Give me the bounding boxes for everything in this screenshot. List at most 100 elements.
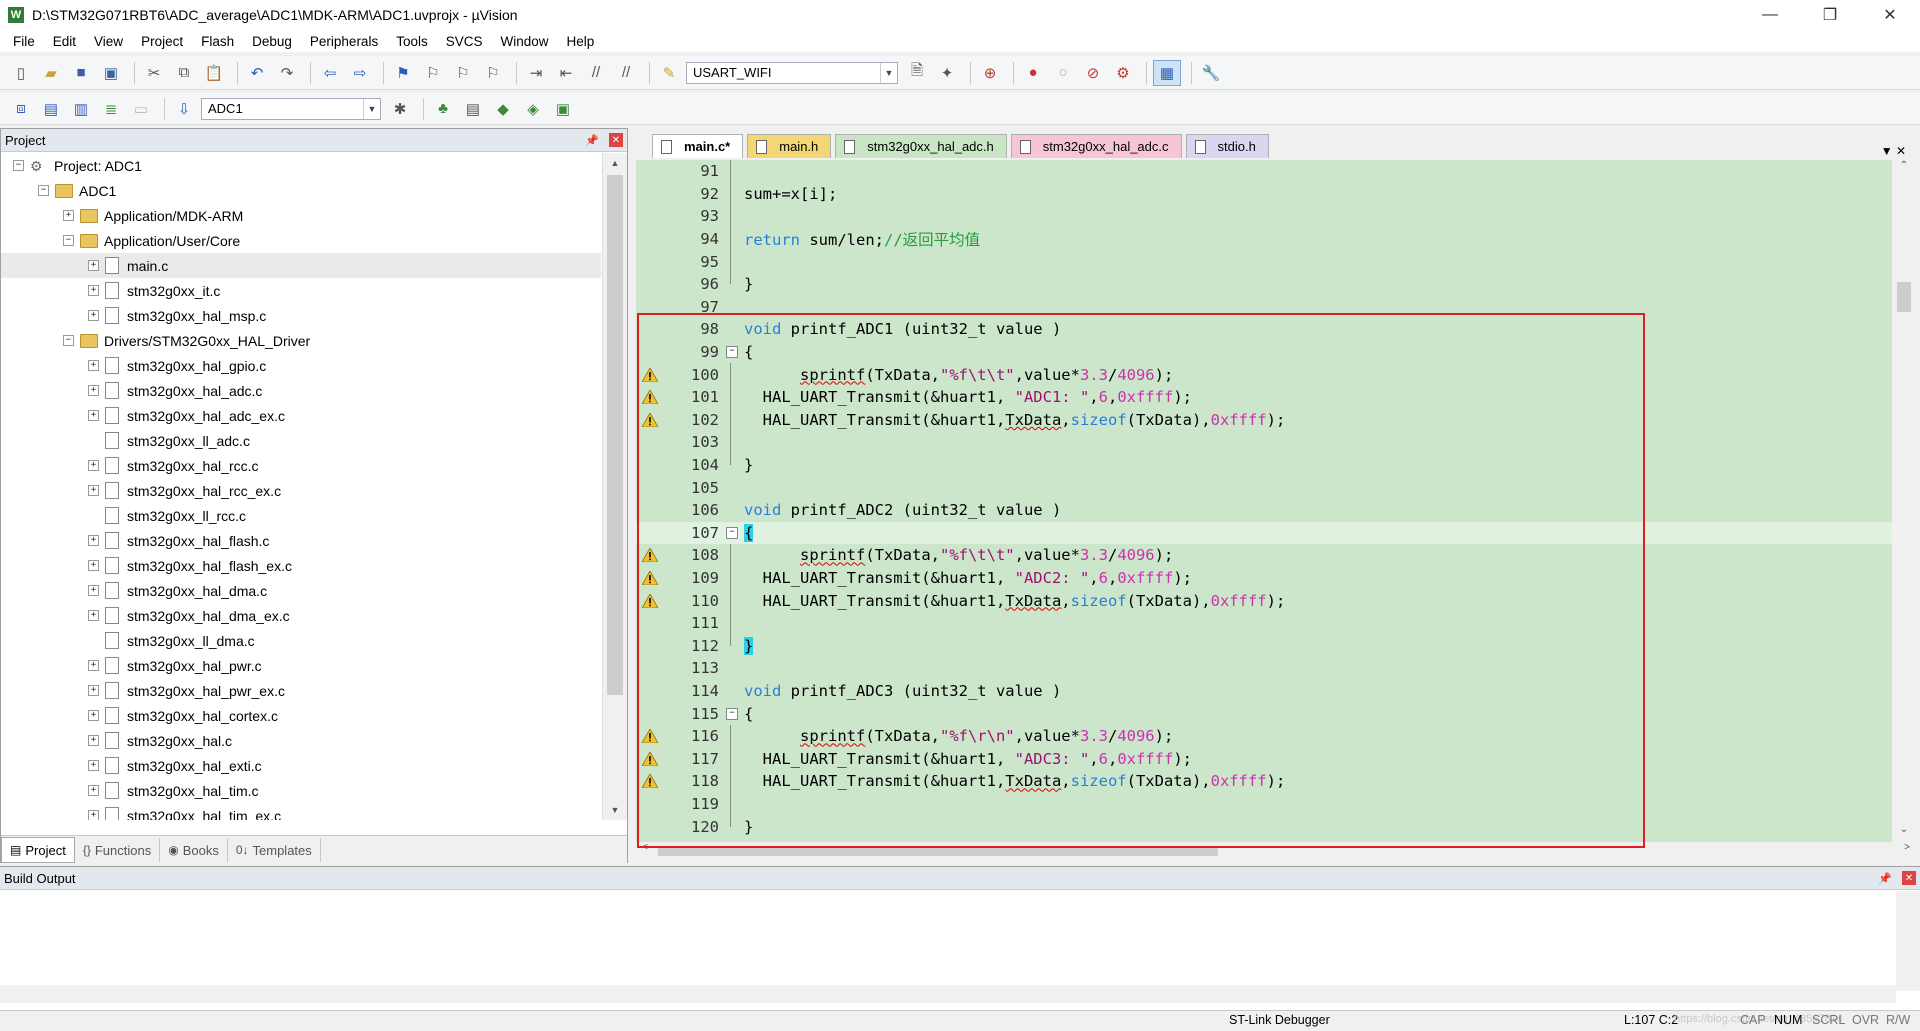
editor-tab[interactable]: stm32g0xx_hal_adc.c [1010, 134, 1182, 158]
code-line[interactable]: 93 [636, 205, 1892, 228]
tree-file-item[interactable]: + stm32g0xx_hal_dma.c [1, 578, 601, 603]
target-combo[interactable]: ADC1 ▼ [201, 97, 381, 120]
scroll-up-icon[interactable]: ⌃ [1892, 160, 1916, 178]
tree-file-item[interactable]: + stm32g0xx_it.c [1, 278, 601, 303]
tree-file-item[interactable]: stm32g0xx_ll_adc.c [1, 428, 601, 453]
pin-icon[interactable]: 📌 [585, 134, 599, 147]
tree-file-item[interactable]: + stm32g0xx_hal_tim_ex.c [1, 803, 601, 820]
translate-icon[interactable]: ⧈ [8, 97, 34, 121]
download-icon[interactable]: ⇩ [171, 97, 197, 121]
code-view[interactable]: 91 92 sum+=x[i]; 93 94 return sum/len;//返回平均值… [636, 160, 1892, 842]
code-line[interactable]: 92 sum+=x[i]; [636, 182, 1892, 206]
code-line[interactable]: 118 HAL_UART_Transmit(&huart1,TxData,siz… [636, 770, 1892, 793]
editor-horizontal-scrollbar[interactable]: < > [636, 842, 1916, 860]
debug-session-icon[interactable]: ⊕ [977, 61, 1003, 85]
code-line[interactable]: 105 [636, 476, 1892, 499]
configure-icon[interactable]: ⚙ [1110, 61, 1136, 85]
code-line[interactable]: 117 HAL_UART_Transmit(&huart1, "ADC3: ",… [636, 747, 1892, 771]
code-line[interactable]: 96} [636, 273, 1892, 296]
expand-icon[interactable]: + [88, 385, 99, 396]
code-line[interactable]: 94 return sum/len;//返回平均值 [636, 227, 1892, 251]
breakpoint-icon[interactable]: ● [1020, 61, 1046, 85]
expand-icon[interactable]: + [88, 810, 99, 820]
expand-icon[interactable]: + [88, 760, 99, 771]
tree-group-item[interactable]: − Drivers/STM32G0xx_HAL_Driver [1, 328, 601, 353]
scroll-down-icon[interactable]: ⌄ [1892, 824, 1916, 842]
code-line[interactable]: 116 sprintf(TxData,"%f\r\n",value*3.3/40… [636, 725, 1892, 748]
restore-button[interactable]: ❐ [1800, 0, 1860, 30]
scroll-down-icon[interactable]: ▼ [603, 800, 627, 820]
pin-icon[interactable]: 📌 [1878, 872, 1892, 885]
build-icon[interactable]: ▤ [38, 97, 64, 121]
manage-components-icon[interactable]: ♣ [430, 97, 456, 121]
expand-icon[interactable]: + [88, 785, 99, 796]
comment-icon[interactable]: // [583, 61, 609, 85]
expand-icon[interactable]: + [63, 210, 74, 221]
chevron-down-icon[interactable]: ▼ [363, 98, 380, 119]
unindent-icon[interactable]: ⇤ [553, 61, 579, 85]
paste-icon[interactable]: 📋 [201, 61, 227, 85]
stop-build-icon[interactable]: ▭ [128, 97, 154, 121]
scroll-thumb[interactable] [658, 846, 1218, 856]
chevron-down-icon[interactable]: ▼ [880, 62, 897, 83]
code-line[interactable]: 110 HAL_UART_Transmit(&huart1,TxData,siz… [636, 589, 1892, 612]
editor-tab[interactable]: stm32g0xx_hal_adc.h [835, 134, 1007, 158]
collapse-icon[interactable]: − [63, 235, 74, 246]
window-layout-icon[interactable]: ▦ [1153, 59, 1181, 86]
menu-svcs[interactable]: SVCS [437, 34, 492, 49]
scroll-right-icon[interactable]: > [1898, 842, 1916, 860]
rebuild-icon[interactable]: ▥ [68, 97, 94, 121]
select-packs-icon[interactable]: ◆ [490, 97, 516, 121]
expand-icon[interactable]: + [88, 310, 99, 321]
tree-group-item[interactable]: − ADC1 [1, 178, 601, 203]
tree-group-item[interactable]: − Application/User/Core [1, 228, 601, 253]
code-line[interactable]: 102 HAL_UART_Transmit(&huart1,TxData,siz… [636, 408, 1892, 432]
collapse-icon[interactable]: − [38, 185, 49, 196]
next-bookmark-icon[interactable]: ⚐ [450, 61, 476, 85]
expand-icon[interactable]: + [88, 535, 99, 546]
build-output-horizontal-scrollbar[interactable] [0, 985, 1896, 1003]
disable-breakpoint-icon[interactable]: ○ [1050, 61, 1076, 85]
close-icon[interactable]: ✕ [609, 133, 623, 147]
tab-list-close-icon[interactable]: ▼ ✕ [1881, 144, 1906, 158]
menu-help[interactable]: Help [558, 34, 604, 49]
expand-icon[interactable]: + [88, 360, 99, 371]
tree-file-item[interactable]: + stm32g0xx_hal_flash.c [1, 528, 601, 553]
tree-file-item[interactable]: + stm32g0xx_hal_cortex.c [1, 703, 601, 728]
code-line[interactable]: 108 sprintf(TxData,"%f\t\t",value*3.3/40… [636, 544, 1892, 567]
find-in-files-icon[interactable]: 🗎 [904, 61, 930, 85]
wrench-icon[interactable]: 🔧 [1198, 61, 1224, 85]
fold-collapse-icon[interactable]: − [726, 707, 738, 720]
code-line[interactable]: 109 HAL_UART_Transmit(&huart1, "ADC2: ",… [636, 566, 1892, 590]
editor-tab[interactable]: stdio.h [1185, 134, 1269, 158]
navigate-forward-icon[interactable]: ⇨ [347, 61, 373, 85]
find-combo[interactable]: USART_WIFI ▼ [686, 61, 898, 84]
navigate-back-icon[interactable]: ⇦ [317, 61, 343, 85]
bookmark-icon[interactable]: ⚑ [390, 61, 416, 85]
editor-tab[interactable]: main.c* [652, 134, 744, 158]
tree-group-item[interactable]: + Application/MDK-ARM [1, 203, 601, 228]
minimize-button[interactable]: — [1740, 0, 1800, 30]
tree-file-item[interactable]: stm32g0xx_ll_dma.c [1, 628, 601, 653]
find-icon[interactable]: ✎ [656, 61, 682, 85]
expand-icon[interactable]: + [88, 710, 99, 721]
tree-file-item[interactable]: + stm32g0xx_hal_pwr_ex.c [1, 678, 601, 703]
panel-tab-books[interactable]: ◉ Books [160, 838, 228, 862]
tree-file-item[interactable]: stm32g0xx_ll_rcc.c [1, 503, 601, 528]
code-line[interactable]: 113 [636, 657, 1892, 680]
menu-flash[interactable]: Flash [192, 34, 243, 49]
menu-peripherals[interactable]: Peripherals [301, 34, 387, 49]
menu-edit[interactable]: Edit [44, 34, 85, 49]
tree-file-item[interactable]: + stm32g0xx_hal_adc_ex.c [1, 403, 601, 428]
expand-icon[interactable]: + [88, 610, 99, 621]
tree-file-item[interactable]: + stm32g0xx_hal_dma_ex.c [1, 603, 601, 628]
save-all-icon[interactable]: ▣ [98, 61, 124, 85]
code-line[interactable]: 112} [636, 634, 1892, 658]
code-line[interactable]: 91 [636, 160, 1892, 183]
tree-file-item[interactable]: + main.c [1, 253, 601, 278]
tree-scrollbar[interactable]: ▲ ▼ [602, 153, 627, 820]
code-line[interactable]: 95 [636, 250, 1892, 273]
kill-breakpoints-icon[interactable]: ⊘ [1080, 61, 1106, 85]
scroll-up-icon[interactable]: ▲ [603, 153, 627, 173]
expand-icon[interactable]: + [88, 660, 99, 671]
